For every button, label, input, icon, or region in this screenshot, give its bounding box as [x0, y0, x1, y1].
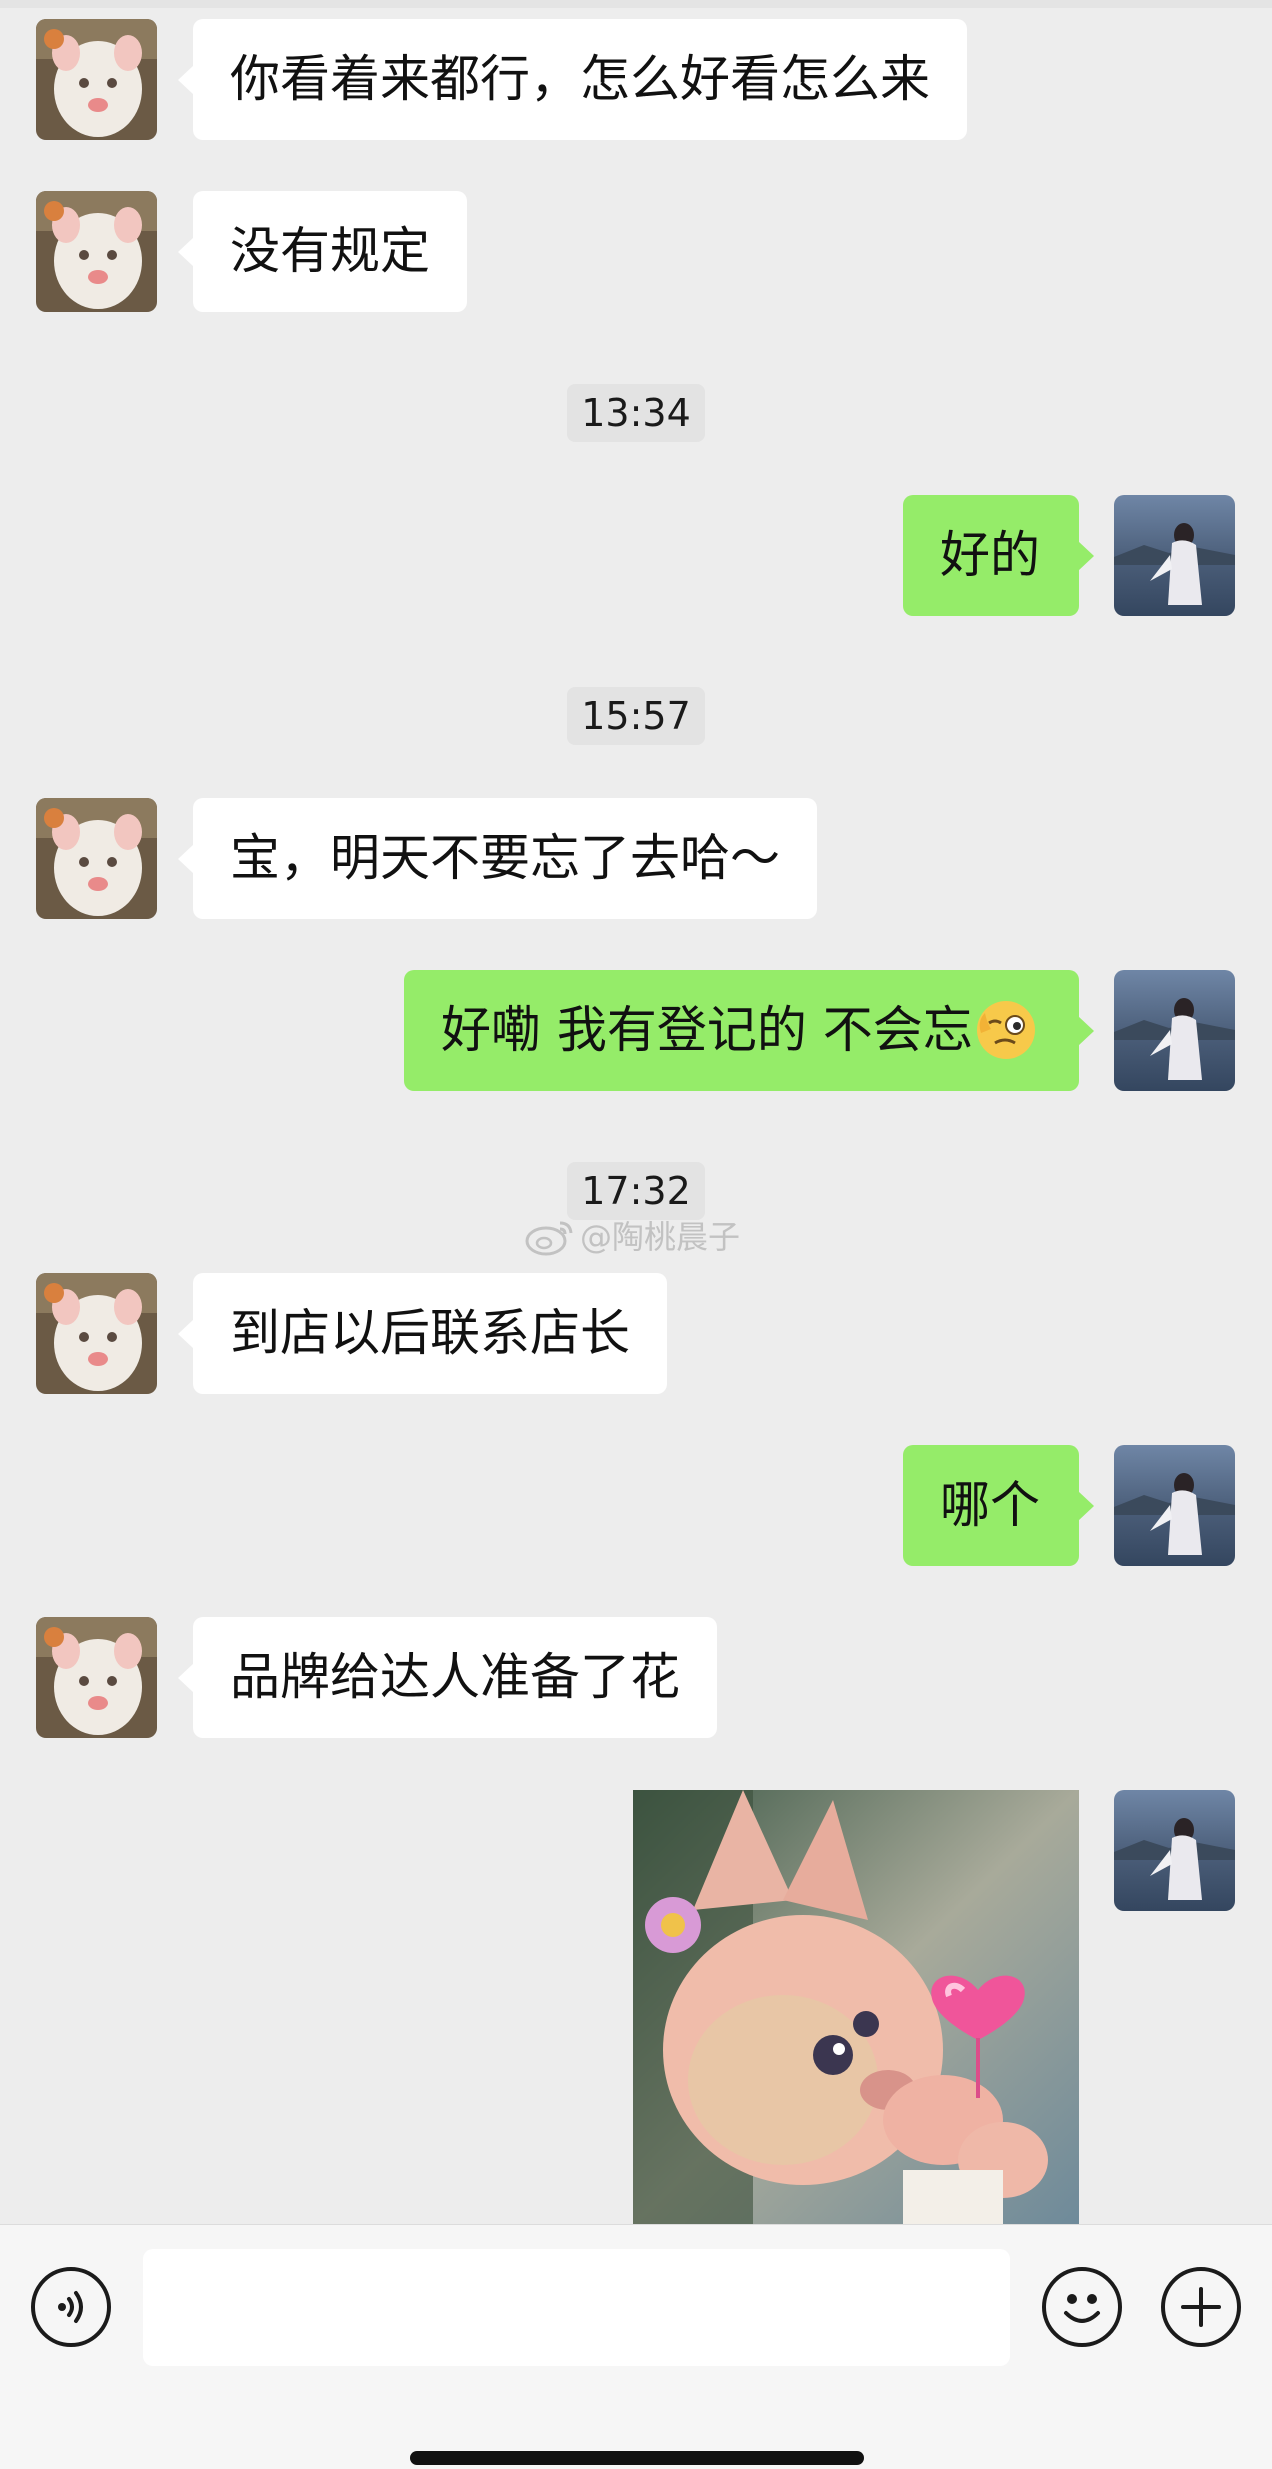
- emoji-icon: [1064, 2294, 1100, 2323]
- timestamp: 15:57: [567, 687, 705, 745]
- outgoing-message[interactable]: 哪个: [903, 1445, 1094, 1566]
- top-divider: [0, 0, 1272, 8]
- plus-icon: [1181, 2287, 1221, 2327]
- timestamp: 13:34: [567, 384, 705, 442]
- home-indicator[interactable]: [410, 2451, 864, 2465]
- message-text: 哪个: [940, 1476, 1040, 1534]
- message-text: 到店以后联系店长: [230, 1304, 630, 1362]
- winking-face-emoji-icon: [976, 1000, 1035, 1059]
- sticker-message[interactable]: [633, 1790, 1079, 2224]
- message-text: 品牌给达人准备了花: [230, 1648, 680, 1706]
- more-options-button[interactable]: [1161, 2267, 1241, 2347]
- outgoing-message[interactable]: 好的: [903, 495, 1094, 616]
- incoming-message[interactable]: 到店以后联系店长: [178, 1273, 667, 1394]
- message-text: 好嘞 我有登记的 不会忘: [441, 1001, 973, 1059]
- contact-avatar[interactable]: [36, 19, 157, 140]
- incoming-message[interactable]: 没有规定: [178, 191, 467, 312]
- contact-avatar[interactable]: [36, 798, 157, 919]
- message-text: 宝，明天不要忘了去哈～: [230, 829, 780, 887]
- contact-avatar[interactable]: [36, 1273, 157, 1394]
- message-text: 没有规定: [230, 222, 430, 280]
- contact-avatar[interactable]: [36, 191, 157, 312]
- incoming-message[interactable]: 宝，明天不要忘了去哈～: [178, 798, 817, 919]
- incoming-message[interactable]: 你看着来都行，怎么好看怎么来: [178, 19, 967, 140]
- timestamp: 17:32: [567, 1162, 705, 1220]
- weibo-icon: [525, 1221, 573, 1256]
- message-input[interactable]: [143, 2249, 1010, 2366]
- message-text: 你看着来都行，怎么好看怎么来: [230, 50, 930, 108]
- input-bar: [0, 2224, 1272, 2469]
- watermark-text: @陶桃晨子: [580, 1218, 741, 1256]
- contact-avatar[interactable]: [36, 1617, 157, 1738]
- voice-input-button[interactable]: [31, 2267, 111, 2347]
- my-avatar[interactable]: [1114, 1445, 1235, 1566]
- my-avatar[interactable]: [1114, 495, 1235, 616]
- emoji-button[interactable]: [1042, 2267, 1122, 2347]
- message-text: 好的: [940, 526, 1040, 584]
- my-avatar[interactable]: [1114, 970, 1235, 1091]
- pink-fox-plush-heart-sticker: [633, 1790, 1079, 2224]
- my-avatar[interactable]: [1114, 1790, 1235, 1911]
- incoming-message[interactable]: 品牌给达人准备了花: [178, 1617, 717, 1738]
- watermark: @陶桃晨子: [524, 1216, 740, 1258]
- chat-screen: 你看着来都行，怎么好看怎么来 没有规定 13:34 好的 15:57 宝，明天不…: [0, 0, 1272, 2469]
- voice-icon: [58, 2291, 83, 2323]
- outgoing-message[interactable]: 好嘞 我有登记的 不会忘: [404, 970, 1094, 1091]
